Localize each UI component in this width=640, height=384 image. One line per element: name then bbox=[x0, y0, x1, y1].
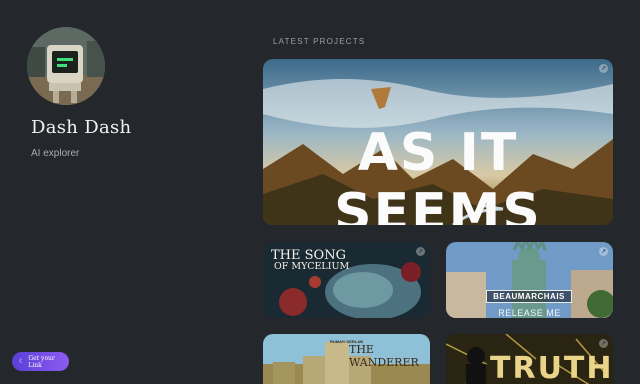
info-icon[interactable]: ↗ bbox=[416, 247, 425, 256]
get-your-link-button[interactable]: ☾ Get your Link bbox=[12, 352, 69, 371]
project-title: THE SONG OF MYCELIUM bbox=[271, 249, 349, 272]
cta-label: Get your Link bbox=[28, 354, 55, 369]
project-title: TRUTH bbox=[490, 351, 613, 384]
info-icon[interactable]: ↗ bbox=[599, 339, 608, 348]
title-line-2: OF MYCELIUM bbox=[274, 261, 350, 272]
project-card-beaumarchais[interactable]: BEAUMARCHAIS RELEASE ME ↗ bbox=[446, 242, 613, 318]
project-card-as-it-seems[interactable]: AS IT SEEMS ↗ bbox=[263, 59, 613, 225]
info-icon[interactable]: ↗ bbox=[599, 64, 608, 73]
moon-icon: ☾ bbox=[19, 358, 25, 365]
project-card-truth[interactable]: TRUTH ↗ bbox=[446, 334, 613, 384]
project-subtitle: RELEASE ME bbox=[498, 308, 561, 318]
profile-bio: AI explorer bbox=[31, 148, 80, 159]
project-card-the-wanderer[interactable]: RUMAYI SERLAB THE WANDERER bbox=[263, 334, 430, 384]
info-icon[interactable]: ↗ bbox=[599, 247, 608, 256]
project-title: BEAUMARCHAIS bbox=[486, 290, 572, 303]
section-title: LATEST PROJECTS bbox=[273, 37, 366, 46]
project-title: THE WANDERER bbox=[349, 343, 419, 369]
project-card-song-of-mycelium[interactable]: THE SONG OF MYCELIUM ↗ bbox=[263, 242, 430, 318]
profile-name: Dash Dash bbox=[31, 117, 132, 138]
project-image bbox=[446, 242, 613, 318]
project-title: AS IT SEEMS bbox=[334, 123, 542, 225]
avatar bbox=[27, 27, 105, 105]
